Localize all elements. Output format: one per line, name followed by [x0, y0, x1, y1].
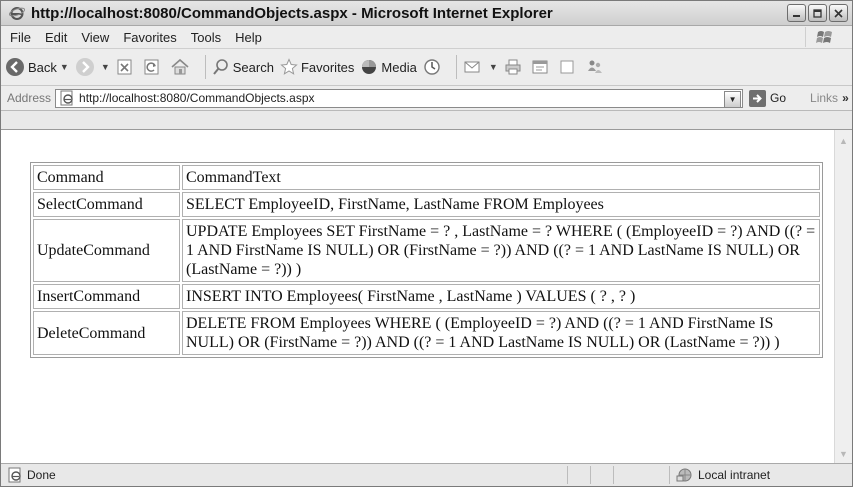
page-content: Command CommandText SelectCommand SELECT… — [1, 129, 852, 464]
table-cell-name: InsertCommand — [33, 284, 180, 309]
printer-icon — [505, 59, 521, 75]
refresh-icon — [144, 59, 159, 75]
minimize-icon[interactable] — [787, 4, 806, 22]
mail-dropdown-icon[interactable]: ▼ — [489, 62, 498, 72]
table-cell-text: UPDATE Employees SET FirstName = ? , Las… — [182, 219, 820, 282]
print-button[interactable] — [504, 58, 525, 76]
browser-window: http://localhost:8080/CommandObjects.asp… — [0, 0, 853, 487]
menu-view[interactable]: View — [74, 30, 116, 45]
vertical-scrollbar[interactable]: ▲ ▼ — [834, 130, 852, 464]
security-zone: Local intranet — [669, 466, 852, 484]
window-title: http://localhost:8080/CommandObjects.asp… — [31, 4, 553, 22]
address-label: Address — [7, 91, 52, 105]
toolbar-separator — [455, 55, 457, 79]
windows-logo-icon — [805, 27, 846, 47]
status-cell — [567, 466, 590, 484]
edit-button[interactable] — [531, 58, 552, 76]
edit-icon — [532, 60, 548, 74]
back-button[interactable]: Back ▼ — [5, 57, 69, 77]
menu-edit[interactable]: Edit — [38, 30, 74, 45]
go-button[interactable]: Go — [749, 89, 787, 107]
messenger-button[interactable] — [585, 58, 608, 76]
favorites-button[interactable]: Favorites — [280, 58, 354, 76]
back-arrow-icon — [6, 58, 24, 76]
links-label[interactable]: Links — [810, 91, 838, 105]
table-cell-text: DELETE FROM Employees WHERE ( (EmployeeI… — [182, 311, 820, 355]
forward-dropdown-icon[interactable]: ▼ — [101, 62, 110, 72]
messenger-icon — [587, 60, 602, 73]
links-chevron-icon[interactable]: » — [842, 91, 849, 105]
address-dropdown-icon[interactable]: ▼ — [724, 90, 742, 108]
table-cell-text: INSERT INTO Employees( FirstName , LastN… — [182, 284, 820, 309]
home-icon — [171, 58, 189, 75]
toolbar-separator — [204, 55, 206, 79]
address-bar: Address http://localhost:8080/CommandObj… — [1, 86, 852, 111]
menu-tools[interactable]: Tools — [184, 30, 228, 45]
forward-arrow-icon — [75, 58, 94, 76]
table-cell-name: Command — [33, 165, 180, 190]
status-cell — [590, 466, 613, 484]
discuss-icon — [560, 60, 574, 74]
history-icon — [424, 59, 440, 75]
forward-button[interactable]: ▼ — [75, 57, 110, 77]
stop-button[interactable] — [116, 58, 137, 76]
star-icon — [280, 58, 298, 75]
media-label: Media — [381, 59, 417, 75]
search-icon — [212, 59, 228, 75]
intranet-icon — [676, 468, 692, 482]
media-icon — [362, 60, 377, 74]
address-input[interactable]: http://localhost:8080/CommandObjects.asp… — [55, 88, 744, 108]
back-dropdown-icon[interactable]: ▼ — [60, 62, 69, 72]
status-text: Done — [27, 468, 56, 482]
table-row: DeleteCommand DELETE FROM Employees WHER… — [33, 311, 820, 355]
go-arrow-icon — [749, 89, 767, 107]
close-icon[interactable] — [829, 4, 848, 22]
zone-label: Local intranet — [698, 468, 771, 482]
menu-favorites[interactable]: Favorites — [116, 30, 183, 45]
table-cell-text: SELECT EmployeeID, FirstName, LastName F… — [182, 192, 820, 217]
menu-file[interactable]: File — [1, 30, 38, 45]
table-cell-name: UpdateCommand — [33, 219, 180, 282]
toolbar: Back ▼ ▼ Search Favorites Media ▼ — [1, 49, 852, 86]
menu-bar: File Edit View Favorites Tools Help — [1, 26, 852, 49]
discuss-button[interactable] — [558, 58, 579, 76]
go-label: Go — [770, 91, 787, 105]
back-label: Back — [28, 59, 57, 75]
table-cell-name: SelectCommand — [33, 192, 180, 217]
window-controls — [787, 4, 848, 22]
table-cell-name: DeleteCommand — [33, 311, 180, 355]
status-cell — [613, 466, 636, 484]
mail-icon — [464, 61, 480, 73]
search-label: Search — [232, 59, 274, 75]
refresh-button[interactable] — [143, 58, 164, 76]
maximize-icon[interactable] — [808, 4, 827, 22]
status-bar: Done Local intranet — [1, 463, 852, 486]
page-done-icon — [8, 467, 21, 483]
table-row: SelectCommand SELECT EmployeeID, FirstNa… — [33, 192, 820, 217]
table-cell-text: CommandText — [182, 165, 820, 190]
history-button[interactable] — [423, 58, 444, 76]
home-button[interactable] — [170, 58, 193, 76]
mail-button[interactable]: ▼ — [463, 58, 498, 76]
address-url: http://localhost:8080/CommandObjects.asp… — [79, 91, 315, 105]
scroll-up-icon[interactable]: ▲ — [835, 132, 852, 149]
table-row: InsertCommand INSERT INTO Employees( Fir… — [33, 284, 820, 309]
stop-icon — [117, 59, 132, 75]
ie-logo-icon — [9, 7, 25, 20]
status-text-area: Done — [1, 467, 567, 483]
page-icon — [60, 90, 73, 106]
title-bar: http://localhost:8080/CommandObjects.asp… — [1, 1, 852, 26]
command-table: Command CommandText SelectCommand SELECT… — [30, 162, 823, 358]
menu-help[interactable]: Help — [228, 30, 269, 45]
table-row: UpdateCommand UPDATE Employees SET First… — [33, 219, 820, 282]
favorites-label: Favorites — [300, 59, 355, 75]
table-row: Command CommandText — [33, 165, 820, 190]
media-button[interactable]: Media — [360, 58, 417, 76]
scroll-down-icon[interactable]: ▼ — [835, 445, 852, 462]
search-button[interactable]: Search — [212, 58, 274, 76]
